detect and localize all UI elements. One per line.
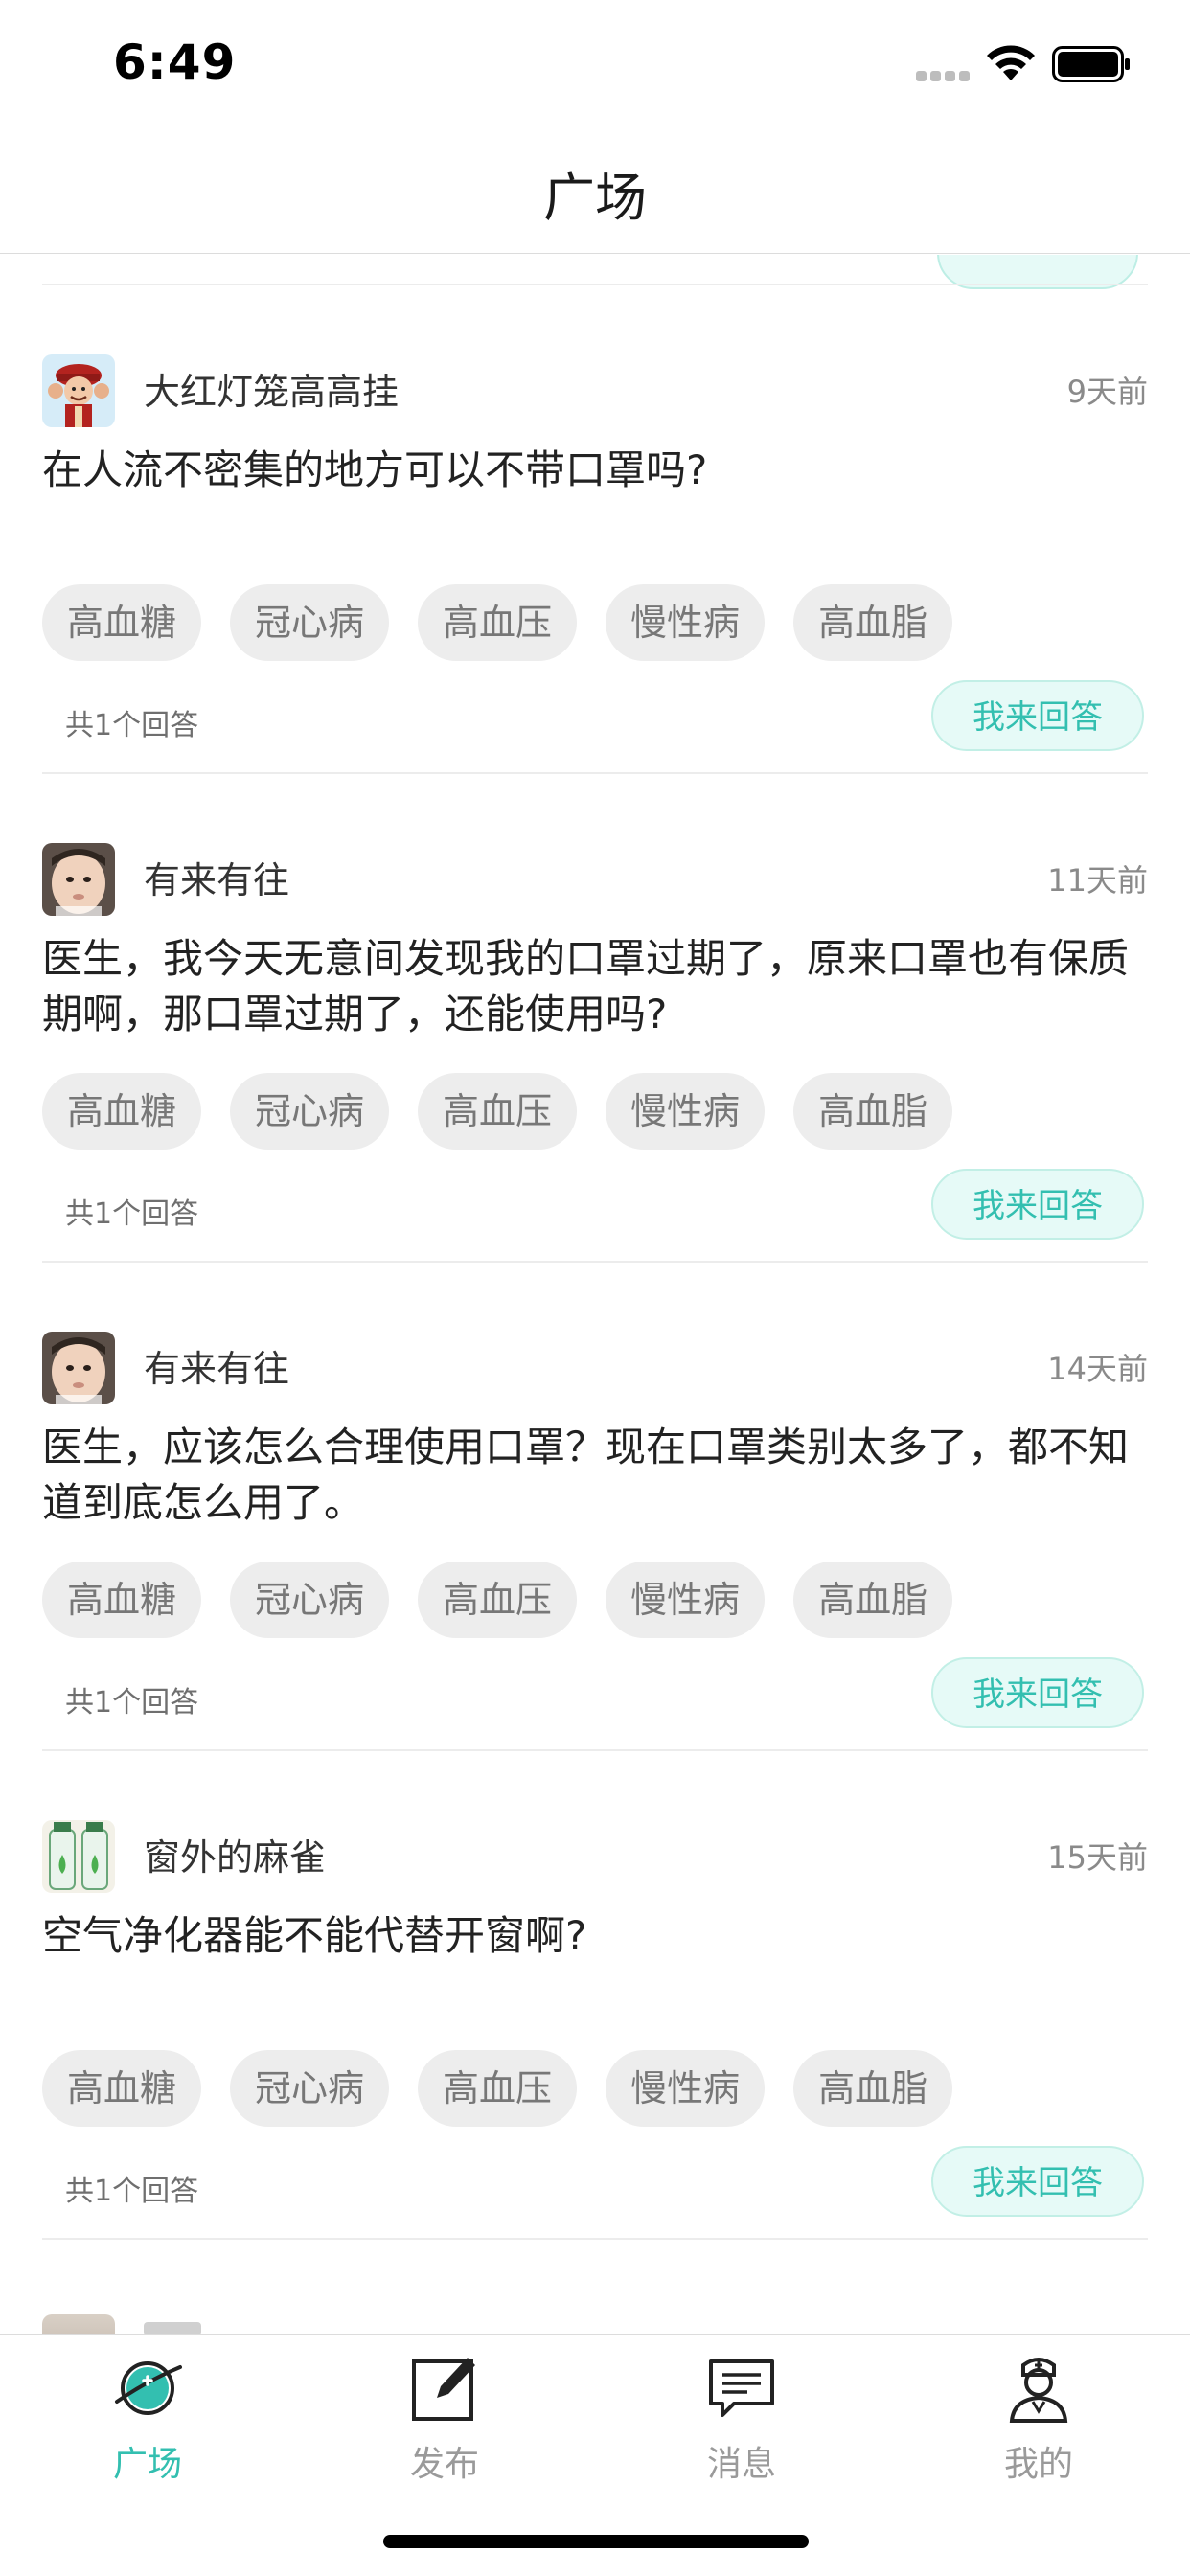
answer-count: 共1个回答 bbox=[65, 2175, 199, 2208]
tab-label: 消息 bbox=[706, 2445, 776, 2484]
question-text[interactable]: 空气净化器能不能代替开窗啊? bbox=[42, 1908, 1134, 1964]
tag[interactable]: 冠心病 bbox=[230, 1562, 390, 1638]
divider bbox=[42, 1749, 1148, 1751]
username[interactable]: 窗外的麻雀 bbox=[144, 1828, 326, 1881]
tag[interactable]: 慢性病 bbox=[606, 1073, 766, 1150]
avatar-partial[interactable] bbox=[42, 2314, 115, 2334]
cellular-signal-icon bbox=[916, 71, 972, 82]
question-text[interactable]: 在人流不密集的地方可以不带口罩吗? bbox=[42, 443, 1134, 498]
status-bar: 6:49 bbox=[0, 0, 1190, 126]
tag[interactable]: 冠心病 bbox=[230, 2050, 390, 2127]
answer-button[interactable]: 我来回答 bbox=[931, 1657, 1144, 1728]
tag[interactable]: 高血脂 bbox=[793, 1562, 953, 1638]
username[interactable]: 有来有往 bbox=[144, 1339, 289, 1392]
question-card[interactable]: 有来有往 11天前 医生，我今天无意间发现我的口罩过期了，原来口罩也有保质期啊，… bbox=[0, 843, 1190, 1322]
tag[interactable]: 高血脂 bbox=[793, 584, 953, 661]
question-card[interactable]: 有来有往 14天前 医生，应该怎么合理使用口罩？现在口罩类别太多了，都不知道到底… bbox=[0, 1332, 1190, 1811]
avatar[interactable] bbox=[42, 1820, 115, 1893]
divider bbox=[42, 1261, 1148, 1263]
tag-list: 高血糖 冠心病 高血压 慢性病 高血脂 bbox=[42, 584, 953, 661]
tab-publish[interactable]: 发布 bbox=[349, 2352, 540, 2515]
tag[interactable]: 高血脂 bbox=[793, 1073, 953, 1150]
tag-list: 高血糖 冠心病 高血压 慢性病 高血脂 bbox=[42, 1073, 953, 1150]
question-card[interactable]: 窗外的麻雀 15天前 空气净化器能不能代替开窗啊? 高血糖 冠心病 高血压 慢性… bbox=[0, 1820, 1190, 2299]
divider bbox=[42, 2238, 1148, 2240]
post-time: 14天前 bbox=[1047, 1351, 1148, 1387]
planet-plaza-icon bbox=[115, 2361, 182, 2415]
avatar[interactable] bbox=[42, 354, 115, 427]
post-time: 11天前 bbox=[1047, 862, 1148, 899]
tab-plaza[interactable]: 广场 bbox=[52, 2352, 243, 2515]
answer-count: 共1个回答 bbox=[65, 1197, 199, 1231]
tag[interactable]: 高血糖 bbox=[42, 2050, 202, 2127]
tab-label: 发布 bbox=[409, 2445, 479, 2484]
answer-count: 共1个回答 bbox=[65, 1686, 199, 1720]
tag-list: 高血糖 冠心病 高血压 慢性病 高血脂 bbox=[42, 1562, 953, 1638]
compose-icon bbox=[412, 2358, 475, 2421]
question-card[interactable]: 大红灯笼高高挂 9天前 在人流不密集的地方可以不带口罩吗? 高血糖 冠心病 高血… bbox=[0, 354, 1190, 833]
tag[interactable]: 冠心病 bbox=[230, 584, 390, 661]
username-partial bbox=[144, 2322, 201, 2334]
answer-button[interactable]: 我来回答 bbox=[931, 2146, 1144, 2217]
message-icon bbox=[709, 2359, 774, 2417]
nav-bar: 广场 bbox=[0, 126, 1190, 254]
tag[interactable]: 高血脂 bbox=[793, 2050, 953, 2127]
username[interactable]: 大红灯笼高高挂 bbox=[144, 362, 399, 415]
tab-label: 广场 bbox=[112, 2445, 182, 2484]
divider bbox=[42, 284, 1148, 285]
question-text[interactable]: 医生，应该怎么合理使用口罩？现在口罩类别太多了，都不知道到底怎么用了。 bbox=[42, 1420, 1134, 1531]
tag[interactable]: 慢性病 bbox=[606, 1562, 766, 1638]
tag[interactable]: 冠心病 bbox=[230, 1073, 390, 1150]
page-title: 广场 bbox=[543, 168, 647, 228]
child-photo-avatar-icon bbox=[42, 1332, 115, 1404]
divider bbox=[42, 772, 1148, 774]
tag[interactable]: 高血压 bbox=[418, 584, 578, 661]
answer-count: 共1个回答 bbox=[65, 709, 199, 742]
tab-messages[interactable]: 消息 bbox=[646, 2352, 837, 2515]
tag-list: 高血糖 冠心病 高血压 慢性病 高血脂 bbox=[42, 2050, 953, 2127]
status-time: 6:49 bbox=[113, 34, 237, 90]
bottles-photo-avatar-icon bbox=[42, 1820, 115, 1893]
avatar[interactable] bbox=[42, 843, 115, 916]
tag[interactable]: 慢性病 bbox=[606, 584, 766, 661]
child-photo-avatar-icon bbox=[42, 843, 115, 916]
answer-button[interactable]: 我来回答 bbox=[931, 1169, 1144, 1240]
tag[interactable]: 高血糖 bbox=[42, 1562, 202, 1638]
avatar[interactable] bbox=[42, 1332, 115, 1404]
cartoon-avatar-icon bbox=[42, 354, 115, 427]
post-time: 15天前 bbox=[1047, 1839, 1148, 1876]
tag[interactable]: 慢性病 bbox=[606, 2050, 766, 2127]
wifi-icon bbox=[987, 45, 1035, 80]
tag[interactable]: 高血压 bbox=[418, 2050, 578, 2127]
tag[interactable]: 高血压 bbox=[418, 1073, 578, 1150]
tag[interactable]: 高血糖 bbox=[42, 1073, 202, 1150]
question-text[interactable]: 医生，我今天无意间发现我的口罩过期了，原来口罩也有保质期啊，那口罩过期了，还能使… bbox=[42, 931, 1134, 1042]
tab-mine[interactable]: 我的 bbox=[943, 2352, 1134, 2515]
answer-button[interactable]: 我来回答 bbox=[931, 680, 1144, 751]
username[interactable]: 有来有往 bbox=[144, 851, 289, 903]
doctor-profile-icon bbox=[1009, 2358, 1068, 2423]
battery-icon bbox=[1052, 46, 1130, 82]
tag[interactable]: 高血糖 bbox=[42, 584, 202, 661]
post-time: 9天前 bbox=[1066, 374, 1148, 410]
tab-label: 我的 bbox=[1003, 2445, 1073, 2484]
question-feed[interactable]: 大红灯笼高高挂 9天前 在人流不密集的地方可以不带口罩吗? 高血糖 冠心病 高血… bbox=[0, 255, 1190, 2334]
tag[interactable]: 高血压 bbox=[418, 1562, 578, 1638]
home-indicator[interactable] bbox=[383, 2535, 809, 2548]
